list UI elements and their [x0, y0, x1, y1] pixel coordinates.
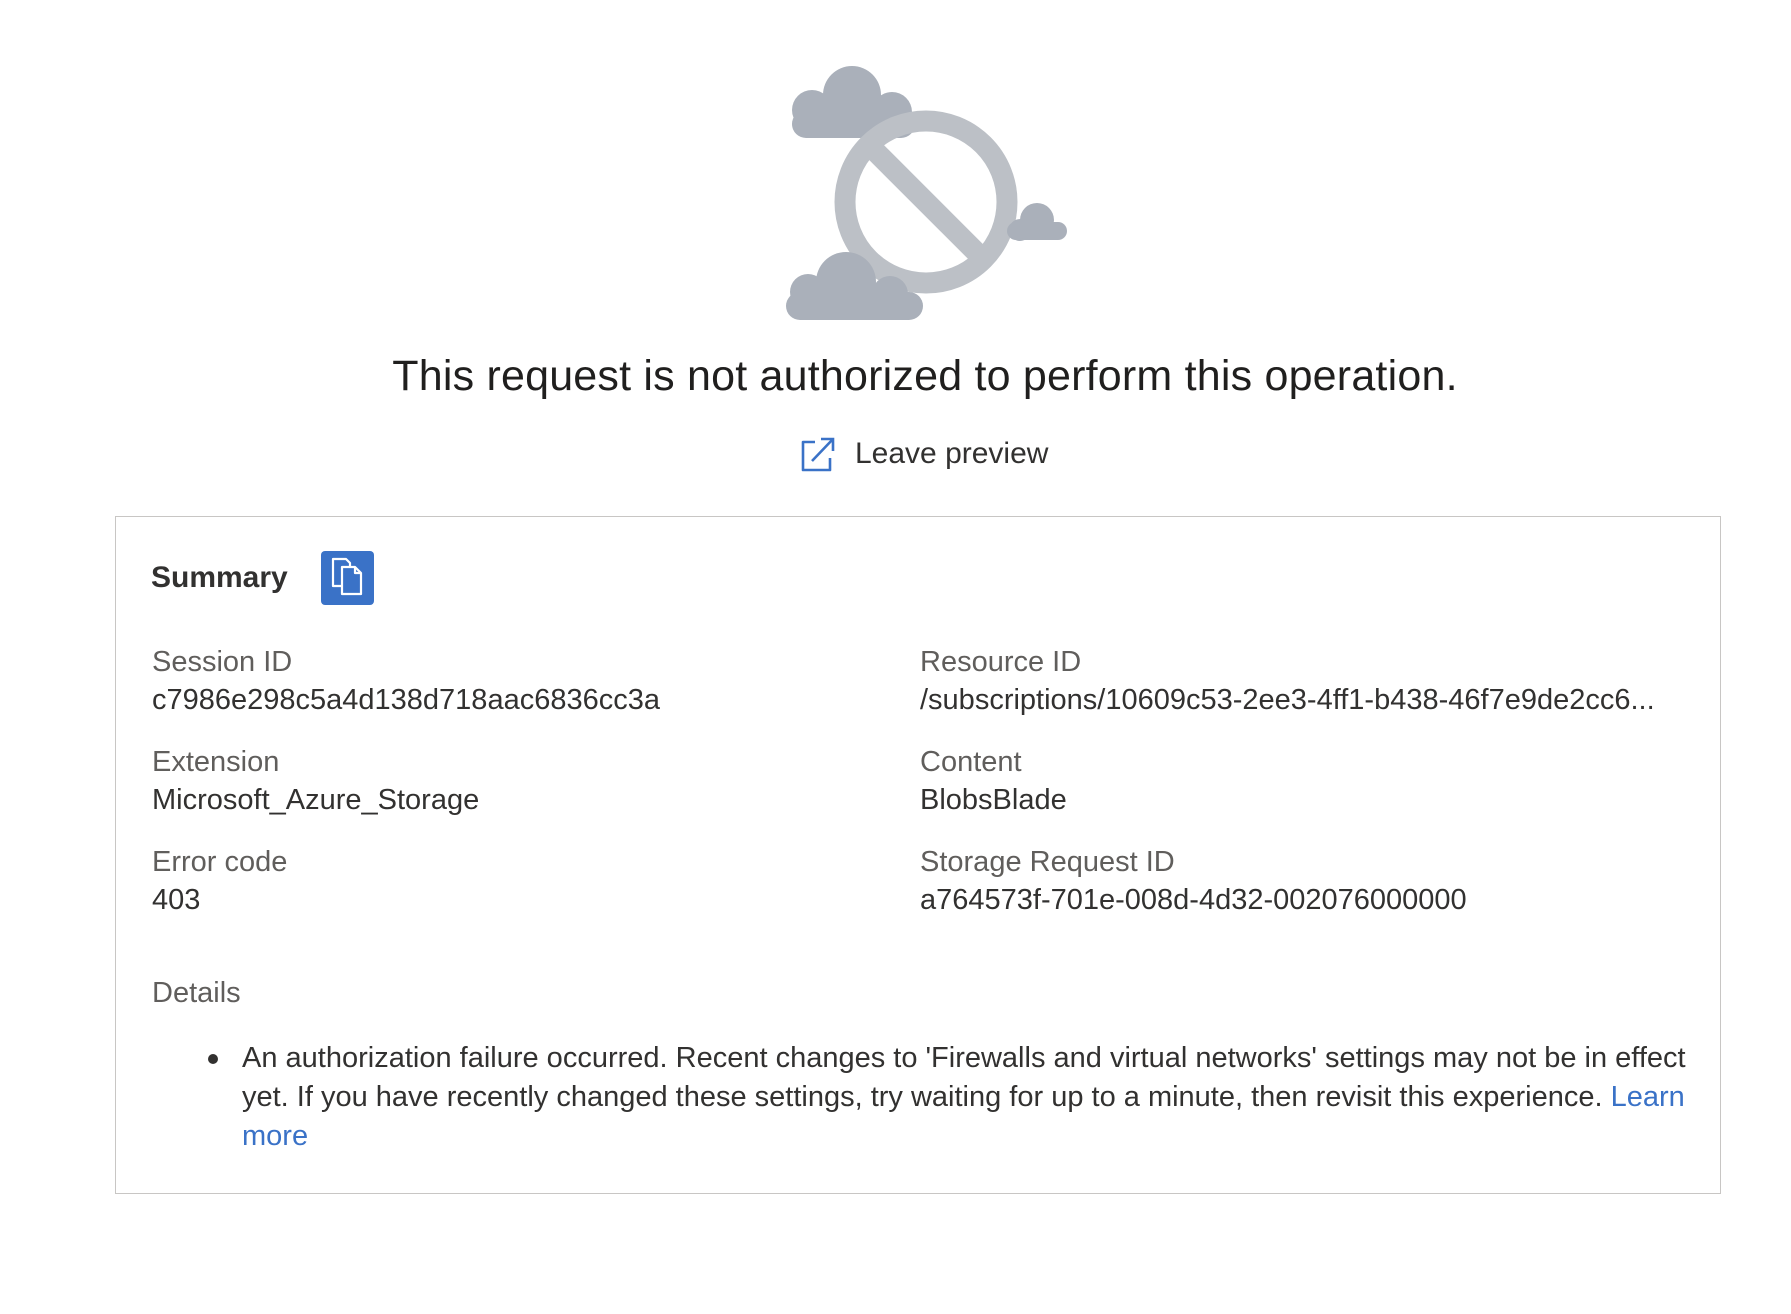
- storage-request-id-field: Storage Request ID a764573f-701e-008d-4d…: [920, 843, 1680, 919]
- extension-value: Microsoft_Azure_Storage: [152, 784, 480, 816]
- open-in-new-window-icon: [798, 434, 838, 474]
- content-field: Content BlobsBlade: [920, 743, 1680, 819]
- error-headline: This request is not authorized to perfor…: [392, 352, 1458, 400]
- resource-id-field: Resource ID /subscriptions/10609c53-2ee3…: [920, 643, 1680, 719]
- error-code-value: 403: [152, 884, 201, 916]
- resource-id-label: Resource ID: [920, 646, 1082, 678]
- copy-summary-button[interactable]: [320, 551, 374, 605]
- session-id-label: Session ID: [152, 646, 293, 678]
- details-item-text: An authorization failure occurred. Recen…: [242, 1042, 1686, 1113]
- blocked-cloud-icon: [770, 60, 1070, 320]
- extension-label: Extension: [152, 746, 280, 778]
- leave-preview-link[interactable]: Leave preview: [798, 432, 1048, 476]
- session-id-field: Session ID c7986e298c5a4d138d718aac6836c…: [152, 643, 892, 719]
- copy-icon: [328, 556, 366, 601]
- leave-preview-label: Leave preview: [855, 437, 1049, 470]
- bullet-icon: [208, 1054, 218, 1064]
- error-code-field: Error code 403: [152, 843, 892, 919]
- storage-request-id-label: Storage Request ID: [920, 846, 1175, 878]
- error-code-label: Error code: [152, 846, 288, 878]
- session-id-value: c7986e298c5a4d138d718aac6836cc3a: [152, 684, 660, 716]
- storage-request-id-value: a764573f-701e-008d-4d32-002076000000: [920, 884, 1467, 916]
- details-list: An authorization failure occurred. Recen…: [152, 1039, 1722, 1156]
- content-label: Content: [920, 746, 1022, 778]
- content-value: BlobsBlade: [920, 784, 1067, 816]
- details-label: Details: [152, 977, 241, 1009]
- summary-title: Summary: [151, 561, 288, 594]
- extension-field: Extension Microsoft_Azure_Storage: [152, 743, 892, 819]
- resource-id-value: /subscriptions/10609c53-2ee3-4ff1-b438-4…: [920, 684, 1655, 716]
- details-item: An authorization failure occurred. Recen…: [208, 1039, 1722, 1156]
- summary-header: Summary: [151, 551, 374, 605]
- summary-panel: Summary Session ID c7986e298c5a4d138d718…: [115, 516, 1721, 1194]
